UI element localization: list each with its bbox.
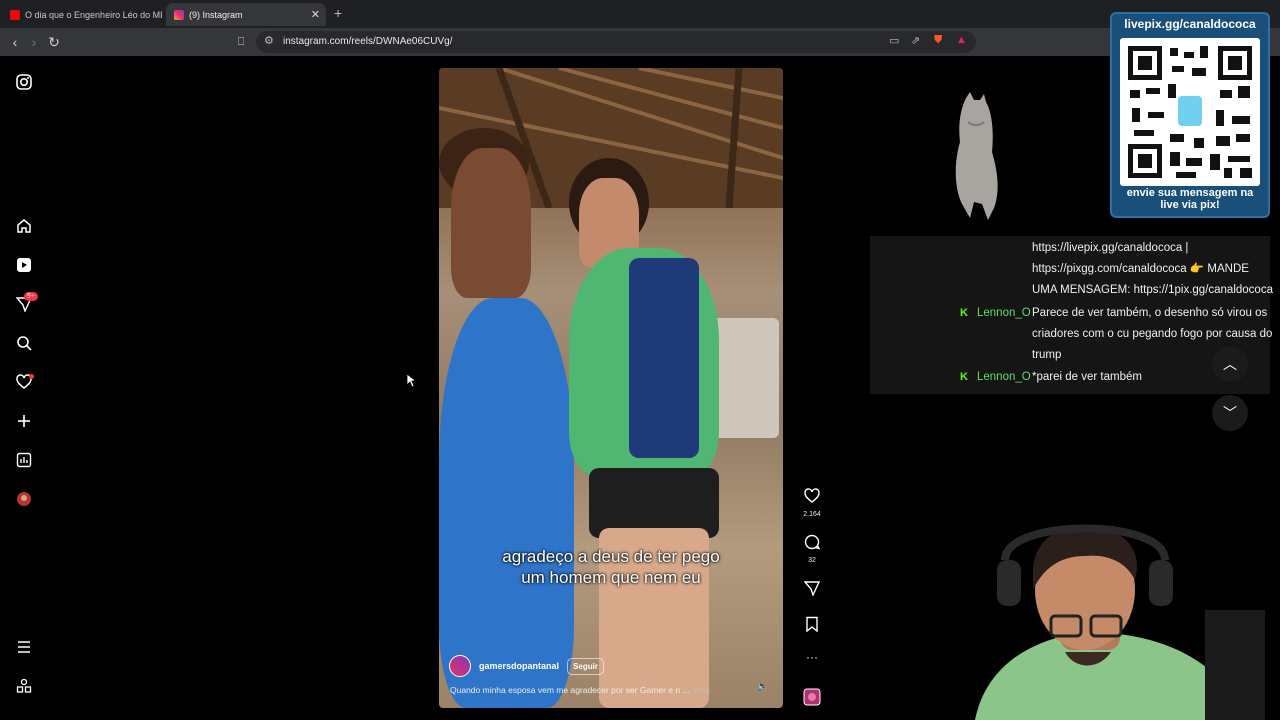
chat-username[interactable]: Lennon_O [977,307,1031,319]
notification-dot [29,374,34,379]
tab-bar: O dia que o Engenheiro Léo do MBL (9) In… [0,0,1280,28]
back-icon[interactable]: ‹ [6,33,24,51]
tab-youtube[interactable]: O dia que o Engenheiro Léo do MBL [2,3,162,26]
reel-description[interactable]: Quando minha esposa vem me agradecer por… [450,685,710,695]
menu-icon[interactable] [14,637,34,657]
chat-pinned-line: https://livepix.gg/canaldococa | [1032,242,1189,254]
next-reel-button[interactable]: ﹀ [1212,395,1248,431]
caption-line: um homem que nem eu [521,568,701,587]
video-scene-man-face [451,148,531,298]
qr-code-image [1120,38,1260,186]
create-plus-icon[interactable] [14,411,34,431]
author-name[interactable]: gamersdopantanal [479,661,559,671]
forward-icon[interactable]: › [25,33,43,51]
chat-message-line: trump [1032,349,1062,361]
chat-message-line: Parece de ver também, o desenho só virou… [1032,307,1268,319]
home-icon[interactable] [14,216,34,236]
streamer-webcam [965,520,1270,720]
browser-toolbar: ‹ › ↻ ⎕ ⚙ instagram.com/reels/DWNAe06CUV… [0,28,1280,56]
tab-title: (9) Instagram [189,9,243,20]
video-scene-man-shirt [439,298,574,708]
dashboard-icon[interactable] [14,450,34,470]
instagram-sidebar: 9+ [0,56,48,720]
chat-message-line: *parei de ver também [1032,371,1142,383]
notification-badge: 9+ [24,292,38,301]
mouse-cursor-icon [407,374,417,388]
chat-username[interactable]: Lennon_O [977,371,1031,383]
qr-footer-line: live via pix! [1160,199,1220,211]
reload-icon[interactable]: ↻ [45,33,63,51]
chat-pinned-line: UMA MENSAGEM: https://1pix.gg/canaldococ… [1032,284,1273,296]
heart-icon [804,488,820,503]
bookmark-icon[interactable]: ⎕ [232,33,250,51]
chat-pinned-line: https://pixgg.com/canaldococa 👉 MANDE [1032,263,1249,275]
reels-icon[interactable] [14,255,34,275]
youtube-icon [10,9,20,20]
comment-button[interactable]: 32 [798,534,826,564]
brave-shield-icon[interactable]: ⛊ [934,34,942,47]
like-button[interactable]: 2.164 [798,488,826,518]
also-from-meta-icon[interactable] [14,676,34,696]
description-text: Quando minha esposa vem me agradecer por… [450,685,690,695]
previous-reel-button[interactable]: ︿ [1212,346,1248,382]
instagram-logo-icon[interactable] [14,72,34,92]
caption-line: agradeço a deus de ter pego [502,547,720,566]
follow-button[interactable]: Seguir [567,657,604,675]
author-avatar[interactable] [449,655,471,677]
reel-author-row: gamersdopantanal Seguir [449,655,604,677]
tab-title: O dia que o Engenheiro Léo do MBL [25,9,162,20]
brave-rewards-icon[interactable]: ▲ [956,34,967,46]
share-icon[interactable]: ⇗ [911,34,920,47]
more-link[interactable]: mais [692,685,710,695]
tab-instagram[interactable]: (9) Instagram ✕ [166,3,326,26]
comment-icon [804,534,821,550]
kick-badge-icon: K [960,371,968,383]
reel-video[interactable]: agradeço a deus de ter pego um homem que… [439,68,783,708]
site-info-icon[interactable]: ⚙ [264,34,274,47]
profile-avatar[interactable] [14,489,34,509]
new-tab-button[interactable]: + [334,5,342,21]
comment-count: 32 [808,557,816,564]
instagram-icon [174,9,184,20]
chat-message-line: criadores com o cu pegando fogo por caus… [1032,328,1273,340]
qr-footer-line: envie sua mensagem na [1126,187,1254,199]
address-bar[interactable]: ⚙ instagram.com/reels/DWNAe06CUVg/ ▭ ⇗ ⛊… [256,31,976,53]
url-text: instagram.com/reels/DWNAe06CUVg/ [283,36,453,47]
cat-sticker-image [955,92,998,220]
cast-icon[interactable]: ▭ [889,34,899,47]
video-caption: agradeço a deus de ter pego um homem que… [439,546,783,588]
search-icon[interactable] [14,333,34,353]
save-button[interactable] [798,616,826,637]
audio-avatar[interactable] [798,688,826,711]
share-button[interactable] [798,580,826,601]
qr-footer: envie sua mensagem na live via pix! [1112,187,1268,211]
close-icon[interactable]: ✕ [311,8,320,21]
audio-icon[interactable]: 🔈 [757,681,768,692]
livepix-qr-overlay: livepix.gg/canaldococa envie sua mensage… [1110,12,1270,218]
kick-badge-icon: K [960,307,968,319]
video-scene-woman-shirt-stripe [629,258,699,458]
qr-title: livepix.gg/canaldococa [1124,17,1256,31]
more-options-icon[interactable]: ··· [798,650,826,664]
bookmark-icon [806,616,818,633]
like-count: 2.164 [803,511,821,518]
share-icon [803,581,821,597]
